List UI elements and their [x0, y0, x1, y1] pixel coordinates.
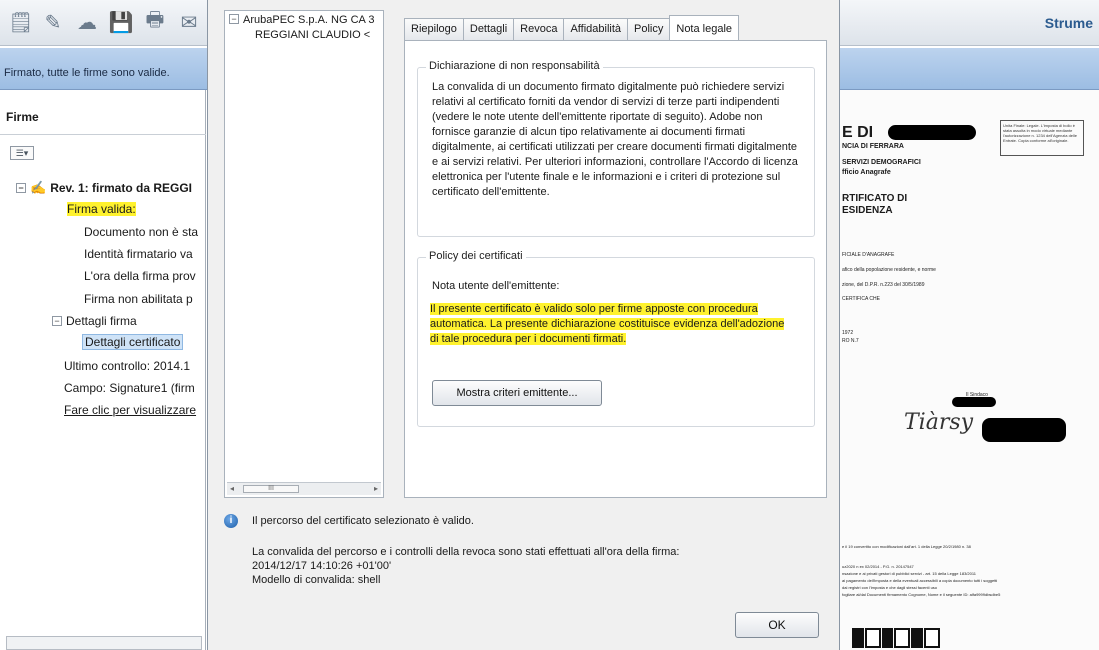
- signature-check-item[interactable]: Identità firmatario va: [84, 247, 193, 261]
- doc-text: e il 19 convertito con modificazioni dal…: [842, 544, 971, 549]
- barcode-icon: [852, 628, 940, 648]
- field-item[interactable]: Campo: Signature1 (firm: [64, 381, 195, 395]
- legal-note-panel: Dichiarazione di non responsabilità La c…: [404, 40, 827, 498]
- tab-dettagli[interactable]: Dettagli: [462, 18, 515, 40]
- signature-revision-label: Rev. 1: firmato da REGGI: [50, 181, 192, 195]
- signatures-panel-title: Firme: [6, 110, 39, 124]
- save-icon[interactable]: 💾: [108, 9, 134, 35]
- doc-heading: E DI: [842, 124, 874, 141]
- collapse-icon[interactable]: −: [16, 183, 26, 193]
- path-status-message: Il percorso del certificato selezionato …: [252, 515, 474, 527]
- panel-horizontal-scrollbar[interactable]: [6, 636, 202, 650]
- collapse-icon[interactable]: −: [52, 316, 62, 326]
- tab-affidabilita[interactable]: Affidabilità: [563, 18, 629, 40]
- notes-icon[interactable]: 🗒: [8, 9, 34, 35]
- signature-check-item[interactable]: L'ora della firma prov: [84, 269, 196, 283]
- certificate-policy-group: Policy dei certificati Nota utente dell'…: [417, 250, 815, 427]
- signatures-panel: Firme ☰▾ − ✍ Rev. 1: firmato da REGGI Firm…: [0, 90, 206, 650]
- doc-text: NCIA DI FERRARA: [842, 143, 904, 150]
- panel-options-button[interactable]: ☰▾: [10, 146, 34, 160]
- doc-text: fogliare al/dal Documenti firmamento Cog…: [842, 592, 1001, 597]
- issuer-note-label: Nota utente dell'emittente:: [432, 280, 560, 292]
- handwritten-signature: Tiàrsy: [904, 410, 974, 435]
- disclaimer-group: Dichiarazione di non responsabilità La c…: [417, 60, 815, 237]
- signature-check-label: Identità firmatario va: [84, 247, 193, 261]
- signature-details-group[interactable]: − Dettagli firma: [52, 314, 137, 328]
- doc-text: RTIFICATO DI: [842, 193, 908, 204]
- stamp-box: Unita Finale: Legale. L'imposta di bollo…: [1000, 120, 1084, 156]
- tools-label[interactable]: Strume: [1045, 15, 1093, 31]
- collapse-icon[interactable]: −: [229, 14, 239, 24]
- certificate-viewer-dialog: − ArubaPEC S.p.A. NG CA 3 REGGIANI CLAUDI…: [207, 0, 840, 650]
- panel-divider: [0, 134, 206, 135]
- certificate-chain-tree[interactable]: − ArubaPEC S.p.A. NG CA 3 REGGIANI CLAUDI…: [224, 10, 384, 498]
- cert-tree-scrollbar[interactable]: ◂ III ▸: [227, 482, 381, 495]
- doc-text: FICIALE D'ANAGRAFE: [842, 252, 895, 258]
- status-detail-line: Modello di convalida: shell: [252, 574, 381, 586]
- signature-status-message: Firmato, tutte le firme sono valide.: [4, 67, 170, 79]
- signature-check-label: Documento non è sta: [84, 225, 199, 239]
- cert-chain-child-label: REGGIANI CLAUDIO <: [255, 29, 371, 41]
- doc-text: RO N.7: [842, 338, 859, 344]
- signature-check-label: L'ora della firma prov: [84, 269, 196, 283]
- path-status-details: La convalida del percorso e i controlli …: [252, 545, 679, 587]
- status-detail-line: La convalida del percorso e i controlli …: [252, 546, 680, 558]
- last-check-label: Ultimo controllo: 2014.1: [64, 359, 191, 373]
- show-issuer-policy-button[interactable]: Mostra criteri emittente...: [432, 380, 602, 406]
- tab-revoca[interactable]: Revoca: [513, 18, 565, 40]
- doc-text: ai pagamento dell'imposta e della eventu…: [842, 578, 998, 583]
- doc-text: SERVIZI DEMOGRAFICI: [842, 159, 921, 166]
- ok-button[interactable]: OK: [735, 612, 819, 638]
- certificate-details-label: Dettagli certificato: [82, 334, 184, 350]
- disclaimer-title: Dichiarazione di non responsabilità: [426, 60, 603, 72]
- signature-check-item[interactable]: Documento non è sta: [84, 225, 198, 239]
- issuer-note-highlight: Il presente certificato è valido solo pe…: [430, 303, 785, 345]
- cert-chain-child-item[interactable]: REGGIANI CLAUDIO <: [255, 29, 370, 41]
- disclaimer-text: La convalida di un documento firmato dig…: [432, 81, 798, 198]
- issuer-note-text: Il presente certificato è valido solo pe…: [430, 302, 790, 347]
- redaction-mark: [952, 397, 996, 407]
- certificate-details-item[interactable]: Dettagli certificato: [82, 334, 184, 350]
- doc-text: zione, del D.P.R. n.223 del 30/5/1989: [842, 282, 925, 288]
- scroll-left-icon[interactable]: ◂: [230, 484, 234, 493]
- status-detail-line: 2014/12/17 14:10:26 +01'00': [252, 560, 392, 572]
- signature-check-item[interactable]: Firma non abilitata p: [84, 292, 193, 306]
- doc-text: CERTIFICA CHE: [842, 296, 880, 302]
- doc-text: fficio Anagrafe: [842, 169, 891, 176]
- signature-check-label: Firma non abilitata p: [84, 292, 193, 306]
- doc-text: 1972: [842, 330, 854, 336]
- valid-signature-item[interactable]: Firma valida:: [67, 202, 136, 216]
- cert-tabs: Riepilogo Dettagli Revoca Affidabilità P…: [404, 15, 740, 40]
- signature-details-label: Dettagli firma: [66, 314, 137, 328]
- doc-text: afico della popolazione residente, e nor…: [842, 267, 936, 273]
- doc-text: ESIDENZA: [842, 205, 893, 216]
- policy-title: Policy dei certificati: [426, 250, 526, 262]
- cert-chain-root-label: ArubaPEC S.p.A. NG CA 3: [243, 14, 375, 26]
- mail-icon[interactable]: ✉: [176, 9, 202, 35]
- tab-riepilogo[interactable]: Riepilogo: [404, 18, 464, 40]
- scroll-thumb[interactable]: III: [243, 485, 299, 493]
- field-label: Campo: Signature1 (firm: [64, 381, 195, 395]
- cert-chain-root-item[interactable]: − ArubaPEC S.p.A. NG CA 3: [229, 14, 374, 26]
- view-details-link-label: Fare clic per visualizzare: [64, 403, 197, 417]
- view-details-link[interactable]: Fare clic per visualizzare: [64, 403, 196, 417]
- scroll-right-icon[interactable]: ▸: [374, 484, 378, 493]
- print-icon[interactable]: 🖶: [142, 9, 168, 35]
- tab-policy[interactable]: Policy: [627, 18, 671, 40]
- redaction-mark: [888, 125, 976, 140]
- info-icon: i: [224, 514, 238, 528]
- doc-text: dai registri con l'imposta e che dagli s…: [842, 585, 938, 590]
- signature-revision-item[interactable]: − ✍ Rev. 1: firmato da REGGI: [16, 180, 192, 196]
- doc-text: uz2020 n ex 02/2014 - P.G. n. 20147547: [842, 564, 914, 569]
- document-page: E DI NCIA DI FERRARA SERVIZI DEMOGRAFICI…: [840, 90, 1099, 650]
- doc-text: nsazione e ai privati gestori di pubblic…: [842, 571, 977, 576]
- edit-icon[interactable]: ✎: [40, 9, 66, 35]
- redaction-mark: [982, 418, 1066, 442]
- cloud-icon[interactable]: ☁: [74, 9, 100, 35]
- valid-signature-label: Firma valida:: [67, 202, 136, 216]
- signature-pen-icon: ✍: [30, 180, 47, 195]
- tab-nota-legale[interactable]: Nota legale: [669, 15, 740, 40]
- last-check-item[interactable]: Ultimo controllo: 2014.1: [64, 359, 190, 373]
